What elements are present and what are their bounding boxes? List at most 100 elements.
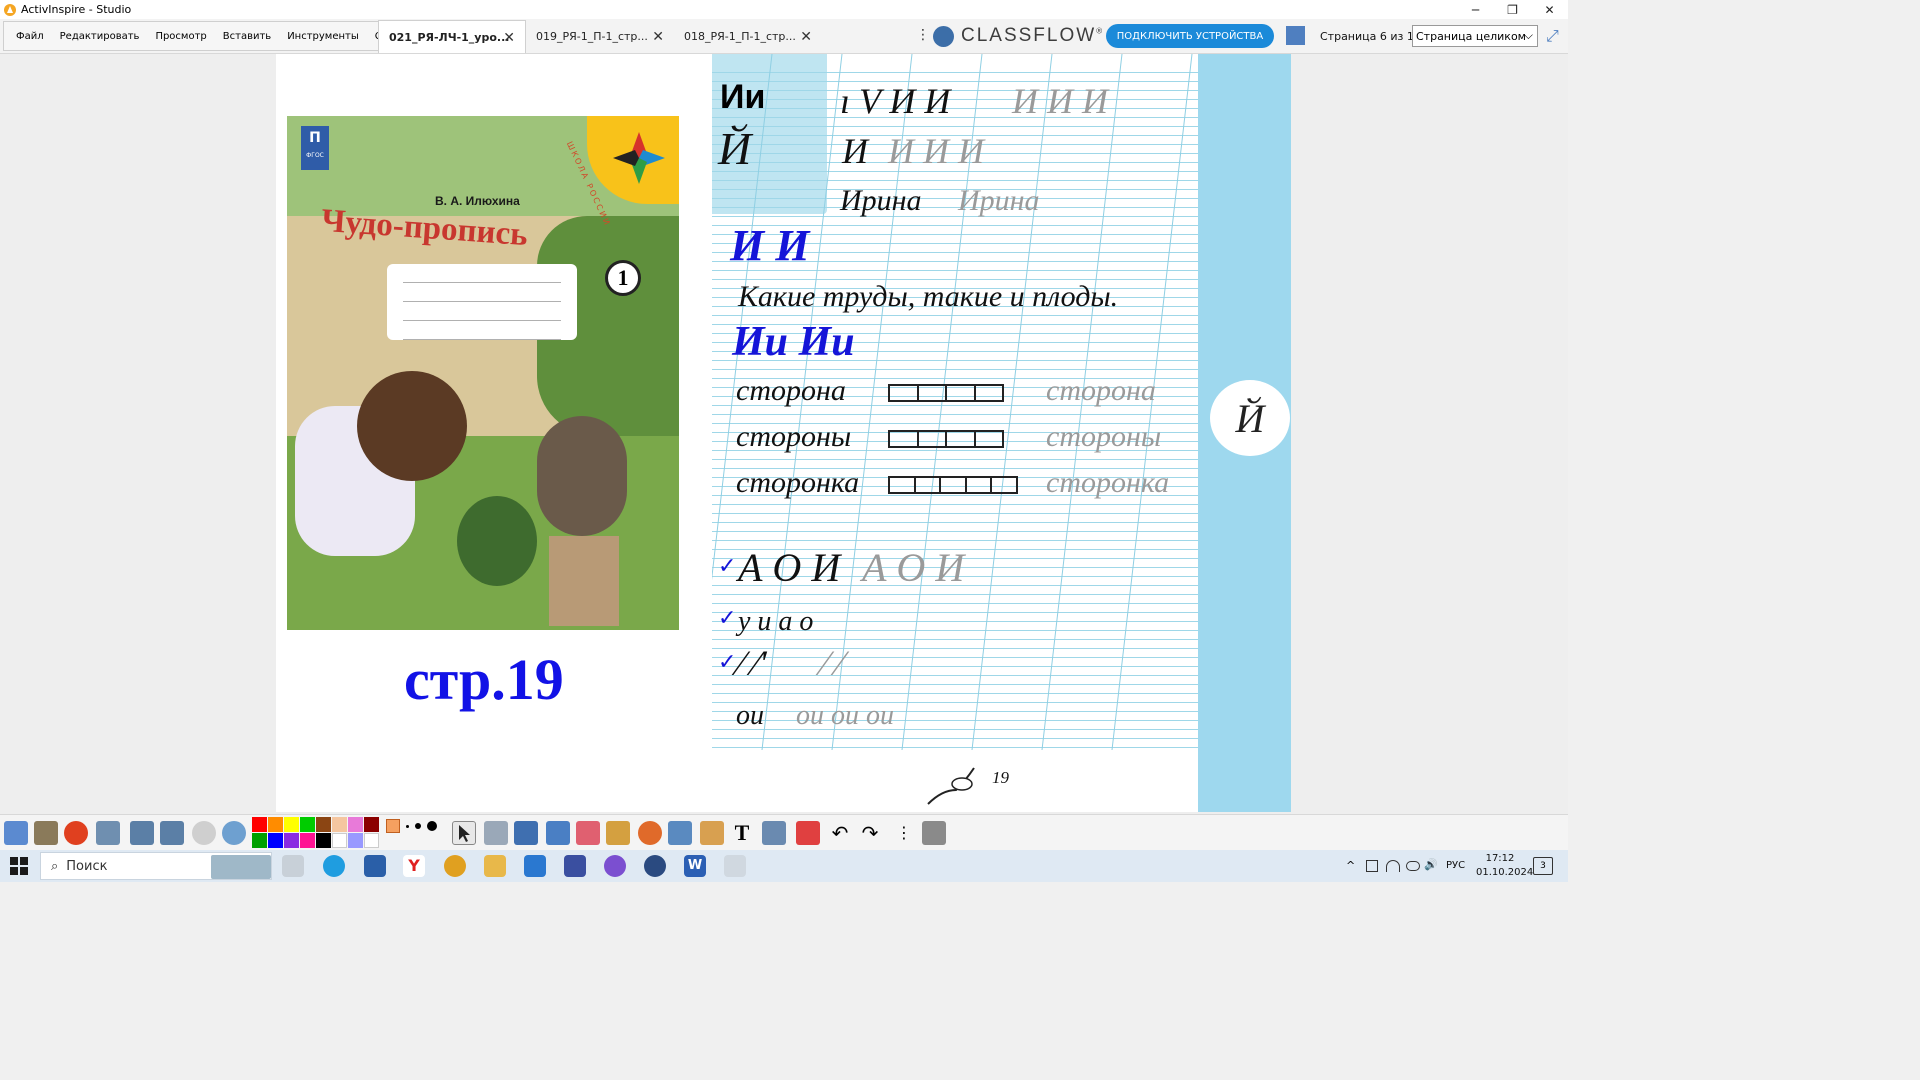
notifications-icon[interactable]: 3 (1533, 857, 1553, 875)
astra-icon[interactable] (644, 855, 666, 877)
zoom-view-select[interactable]: Страница целиком ⌵ (1412, 25, 1538, 47)
fgos-mark: ФГОС (306, 152, 324, 159)
resource-library-icon[interactable] (700, 821, 724, 845)
color-swatch[interactable] (316, 833, 331, 848)
language-indicator[interactable]: РУС (1446, 860, 1465, 871)
header-print-letters: Ии (720, 78, 766, 116)
fill-tool-icon[interactable] (606, 821, 630, 845)
desktop-annotate-icon[interactable] (96, 821, 120, 845)
tab-021[interactable]: 021_РЯ-ЛЧ-1_уро... ✕ (378, 20, 526, 53)
clear-icon[interactable] (762, 821, 786, 845)
select-tool-icon[interactable] (452, 821, 476, 845)
copybook-page-image: Ии Й ı V И И И И И И И И И Ирина Ирина И… (712, 54, 1198, 750)
color-swatch[interactable] (284, 817, 299, 832)
browsers-icon[interactable] (34, 821, 58, 845)
viber-icon[interactable] (604, 855, 626, 877)
taskbar-clock[interactable]: 17:12 01.10.2024 (1476, 852, 1533, 880)
color-swatch[interactable] (332, 817, 347, 832)
app-icon[interactable] (564, 855, 586, 877)
eraser-icon[interactable] (576, 821, 600, 845)
color-swatch[interactable] (348, 817, 363, 832)
connect-devices-button[interactable]: ПОДКЛЮЧИТЬ УСТРОЙСТВА (1106, 24, 1274, 48)
more-options-icon[interactable]: ⋮ (916, 27, 930, 43)
menu-view[interactable]: Просмотр (147, 31, 214, 42)
color-swatch[interactable] (300, 817, 315, 832)
restore-button[interactable]: ❐ (1494, 0, 1531, 19)
store-icon[interactable] (364, 855, 386, 877)
pen-width-large[interactable] (427, 821, 437, 831)
pen-tool-icon[interactable] (514, 821, 538, 845)
width-preview (386, 819, 400, 833)
undo-icon[interactable]: ↶ (828, 821, 852, 845)
student-handwriting-1[interactable]: И И (730, 220, 809, 271)
color-swatch[interactable] (316, 817, 331, 832)
customize-toolbox-icon[interactable] (922, 821, 946, 845)
tab-019[interactable]: 019_РЯ-1_П-1_стр... ✕ (526, 20, 674, 53)
tray-chevron-icon[interactable]: ^ (1346, 859, 1355, 872)
color-swatch[interactable] (364, 833, 379, 848)
previous-page-icon[interactable] (130, 821, 154, 845)
highlighter-icon[interactable] (546, 821, 570, 845)
cover-illustration-bird (537, 416, 627, 536)
menu-file[interactable]: Файл (8, 31, 52, 42)
wifi-icon[interactable] (1386, 860, 1400, 872)
close-window-button[interactable]: ✕ (1531, 0, 1568, 19)
color-swatch[interactable] (284, 833, 299, 848)
pen-width-medium[interactable] (415, 823, 421, 829)
activote-icon[interactable] (64, 821, 88, 845)
file-explorer-icon[interactable] (484, 855, 506, 877)
onedrive-icon[interactable] (1406, 861, 1420, 871)
color-swatch[interactable] (364, 817, 379, 832)
close-tab-icon[interactable]: ✕ (503, 30, 515, 46)
menu-insert[interactable]: Вставить (215, 31, 279, 42)
tab-018[interactable]: 018_РЯ-1_П-1_стр... ✕ (674, 20, 822, 53)
mouse-illustration-icon (927, 767, 975, 805)
flipchart-canvas[interactable]: П ФГОС ШКОЛА РОССИИ В. А. Илюхина Чудо-п… (0, 54, 1568, 814)
close-tab-icon[interactable]: ✕ (652, 29, 664, 45)
taskbar-search-input[interactable]: ⌕ Поиск (40, 852, 272, 880)
flipchart-page[interactable]: П ФГОС ШКОЛА РОССИИ В. А. Илюхина Чудо-п… (276, 54, 1291, 812)
resize-tool-icon[interactable] (484, 821, 508, 845)
color-swatch[interactable] (348, 833, 363, 848)
cover-illustration-stump (549, 536, 619, 626)
checkmark-2[interactable]: ✓ (718, 606, 736, 631)
minimize-button[interactable]: ─ (1457, 0, 1494, 19)
color-swatch[interactable] (252, 833, 267, 848)
checkmark-1[interactable]: ✓ (718, 554, 736, 579)
color-swatch[interactable] (332, 833, 347, 848)
close-tab-icon[interactable]: ✕ (800, 29, 812, 45)
main-menu-icon[interactable] (4, 821, 28, 845)
play-icon[interactable] (192, 821, 216, 845)
student-handwriting-2[interactable]: Ии Ии (732, 318, 855, 366)
speaker-icon[interactable]: 🔊 (1424, 858, 1438, 871)
pen-width-small[interactable] (406, 824, 409, 828)
connector-tool-icon[interactable] (668, 821, 692, 845)
color-swatch[interactable] (268, 817, 283, 832)
classflow-icon[interactable] (933, 26, 954, 47)
chrome-icon[interactable] (444, 855, 466, 877)
word-icon[interactable]: W (684, 855, 706, 877)
edge-icon[interactable] (323, 855, 345, 877)
menu-edit[interactable]: Редактировать (52, 31, 148, 42)
color-swatch[interactable] (268, 833, 283, 848)
globe-icon[interactable] (222, 821, 246, 845)
page-browser-icon[interactable] (1286, 26, 1305, 45)
toolbox-more-icon[interactable]: ⋮ (892, 821, 916, 845)
next-page-icon[interactable] (160, 821, 184, 845)
reset-page-icon[interactable] (796, 821, 820, 845)
color-swatch[interactable] (252, 817, 267, 832)
menu-tools[interactable]: Инструменты (279, 31, 367, 42)
page-reference-label[interactable]: стр.19 (404, 646, 564, 713)
windows-start-icon[interactable] (10, 857, 28, 875)
fullscreen-icon[interactable]: ⤢ (1546, 26, 1559, 46)
mail-icon[interactable] (524, 855, 546, 877)
task-view-icon[interactable] (282, 855, 304, 877)
color-swatch[interactable] (300, 833, 315, 848)
activinspire-taskbar-icon[interactable] (724, 855, 746, 877)
checkmark-3[interactable]: ✓ (718, 650, 736, 675)
yandex-browser-icon[interactable]: Y (403, 855, 425, 877)
text-tool-icon[interactable]: T (730, 821, 754, 845)
redo-icon[interactable]: ↷ (858, 821, 882, 845)
tray-device-icon[interactable] (1366, 860, 1378, 872)
shape-tool-icon[interactable] (638, 821, 662, 845)
